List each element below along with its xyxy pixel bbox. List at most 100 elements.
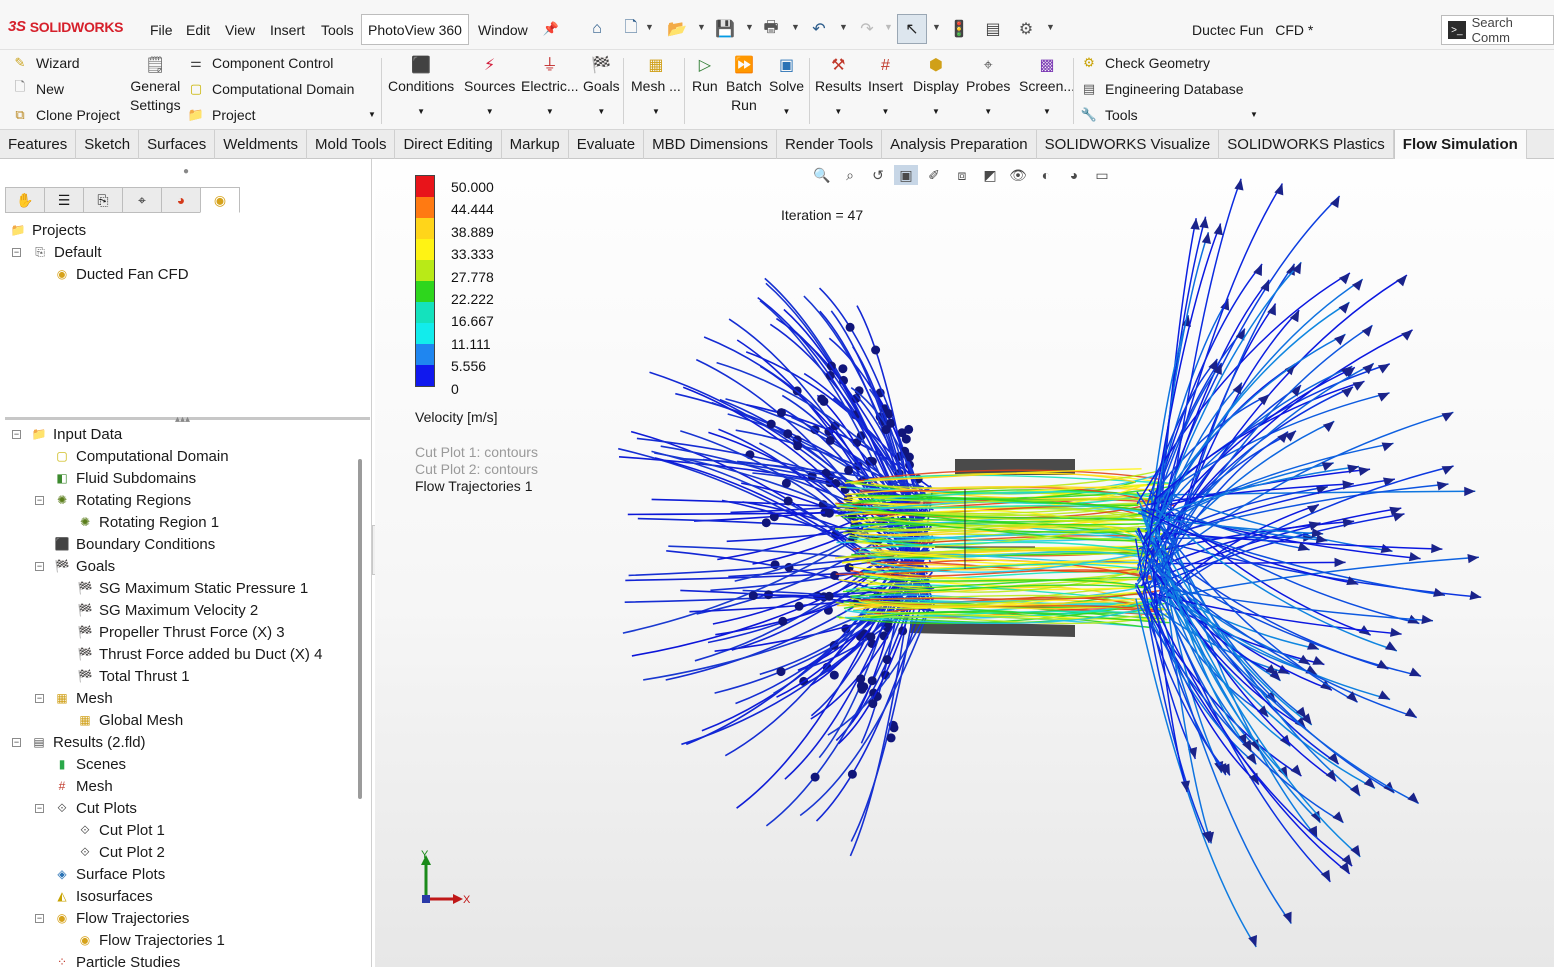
- tree-item-fluid-subdomains[interactable]: ◧ Fluid Subdomains: [54, 467, 196, 489]
- tree-item-mesh[interactable]: ▦ Mesh: [54, 687, 112, 709]
- tree-item-mesh[interactable]: # Mesh: [54, 775, 113, 797]
- check-geometry-button[interactable]: ⚙ Check Geometry: [1081, 55, 1210, 71]
- tree-item-flow-trajectories-1[interactable]: ◉ Flow Trajectories 1: [77, 929, 225, 951]
- tab-flow-simulation[interactable]: Flow Simulation: [1393, 130, 1527, 159]
- apply-scene-icon[interactable]: ◕: [1062, 165, 1086, 185]
- open-icon[interactable]: 📂: [666, 18, 688, 40]
- tree-item-cut-plot-2[interactable]: ⟐ Cut Plot 2: [77, 841, 165, 863]
- tree-item-global-mesh[interactable]: ▦ Global Mesh: [77, 709, 183, 731]
- rebuild-icon[interactable]: 🚦: [948, 18, 970, 40]
- menu-tools[interactable]: Tools: [321, 22, 354, 38]
- goals-dropdown-icon[interactable]: ▼: [597, 102, 605, 121]
- menu-file[interactable]: File: [150, 22, 173, 38]
- tab-solidworks-plastics[interactable]: SOLIDWORKS Plastics: [1219, 130, 1394, 159]
- view-settings-icon[interactable]: ▭: [1090, 165, 1114, 185]
- tab-render-tools[interactable]: Render Tools: [777, 130, 883, 159]
- tab-evaluate[interactable]: Evaluate: [569, 130, 645, 159]
- tree-item-cut-plots[interactable]: ⟐ Cut Plots: [54, 797, 137, 819]
- solve-button[interactable]: ▣ Solve ▼: [769, 54, 804, 121]
- mesh-dropdown-icon[interactable]: ▼: [652, 102, 660, 121]
- insert-dropdown-icon[interactable]: ▼: [882, 102, 890, 121]
- tab-weldments[interactable]: Weldments: [215, 130, 308, 159]
- conditions-button[interactable]: ⬛ Conditions ▼: [388, 54, 454, 121]
- tab-direct-editing[interactable]: Direct Editing: [395, 130, 502, 159]
- menu-edit[interactable]: Edit: [186, 22, 210, 38]
- expand-collapse-icon[interactable]: −: [35, 562, 44, 571]
- dimxpert-tab[interactable]: ⌖: [122, 187, 162, 213]
- new-dropdown-icon[interactable]: ▼: [645, 22, 654, 32]
- mesh-button[interactable]: ▦ Mesh ... ▼: [631, 54, 681, 121]
- pin-icon[interactable]: 📌: [540, 18, 562, 40]
- new-project-button[interactable]: 🗋 New: [12, 79, 64, 97]
- expand-collapse-icon[interactable]: −: [35, 914, 44, 923]
- options-gear-icon[interactable]: ⚙: [1015, 18, 1037, 40]
- tree-item-rotating-region-1[interactable]: ✺ Rotating Region 1: [77, 511, 219, 533]
- dynamic-annotation-icon[interactable]: ✐: [922, 165, 946, 185]
- sources-button[interactable]: ⚡ Sources ▼: [464, 54, 515, 121]
- edit-appearance-icon[interactable]: ◐: [1034, 165, 1058, 185]
- tree-item-scenes[interactable]: ▮ Scenes: [54, 753, 126, 775]
- menu-insert[interactable]: Insert: [270, 22, 305, 38]
- tree-item-input-data[interactable]: 📁 Input Data: [31, 423, 123, 445]
- electric-button[interactable]: ⏚ Electric... ▼: [521, 54, 579, 121]
- graphics-viewport[interactable]: 🔍 ⌕ ↺ ▣ ✐ ⧈ ◩ 👁 ◐ ◕ ▭ 50.000 44.444 38.889…: [375, 159, 1554, 967]
- tab-sketch[interactable]: Sketch: [76, 130, 140, 159]
- splitter-grip-icon[interactable]: ▴▴▴: [175, 414, 190, 425]
- search-commands[interactable]: >_ Search Comm: [1441, 15, 1554, 45]
- tree-projects[interactable]: 📁 Projects: [10, 219, 87, 241]
- menu-photoview[interactable]: PhotoView 360: [361, 14, 469, 45]
- undo-dropdown-icon[interactable]: ▼: [839, 22, 848, 32]
- tab-mbd-dimensions[interactable]: MBD Dimensions: [644, 130, 777, 159]
- previous-view-icon[interactable]: ↺: [866, 165, 890, 185]
- solidworks-logo[interactable]: 3S SOLIDWORKS: [8, 18, 124, 35]
- panel-drag-handle[interactable]: ●: [0, 159, 372, 185]
- run-button[interactable]: ▷ Run: [692, 54, 718, 96]
- hide-show-items-icon[interactable]: 👁: [1006, 165, 1030, 185]
- tree-item-thrust-force-added-bu-duct-x-4[interactable]: 🏁 Thrust Force added bu Duct (X) 4: [77, 643, 323, 665]
- print-icon[interactable]: 🖶: [760, 18, 782, 40]
- open-dropdown-icon[interactable]: ▼: [697, 22, 706, 32]
- electric-dropdown-icon[interactable]: ▼: [546, 102, 554, 121]
- tab-markup[interactable]: Markup: [502, 130, 569, 159]
- tab-features[interactable]: Features: [0, 130, 77, 159]
- redo-dropdown-icon[interactable]: ▼: [884, 22, 893, 32]
- view-orientation-icon[interactable]: ⧈: [950, 165, 974, 185]
- display-style-icon[interactable]: ◩: [978, 165, 1002, 185]
- home-icon[interactable]: ⌂: [586, 18, 608, 40]
- print-dropdown-icon[interactable]: ▼: [791, 22, 800, 32]
- tree-item-sg-maximum-velocity-2[interactable]: 🏁 SG Maximum Velocity 2: [77, 599, 259, 621]
- probes-dropdown-icon[interactable]: ▼: [984, 102, 992, 121]
- project-button[interactable]: 📁 Project: [188, 107, 256, 123]
- select-dropdown-icon[interactable]: ▼: [932, 22, 941, 32]
- tree-scrollbar[interactable]: [358, 459, 362, 799]
- tree-item-total-thrust-1[interactable]: 🏁 Total Thrust 1: [77, 665, 190, 687]
- options-dropdown-icon[interactable]: ▼: [1046, 22, 1055, 32]
- tree-item-computational-domain[interactable]: ▢ Computational Domain: [54, 445, 228, 467]
- results-dropdown-icon[interactable]: ▼: [834, 102, 842, 121]
- tree-item-rotating-regions[interactable]: ✺ Rotating Regions: [54, 489, 191, 511]
- insert-button[interactable]: # Insert ▼: [868, 54, 903, 121]
- tree-item-goals[interactable]: 🏁 Goals: [54, 555, 116, 577]
- redo-icon[interactable]: ↷: [856, 18, 878, 40]
- expand-collapse-icon[interactable]: −: [12, 430, 21, 439]
- tab-surfaces[interactable]: Surfaces: [139, 130, 216, 159]
- menu-window[interactable]: Window: [478, 22, 528, 38]
- tree-item-propeller-thrust-force-x-3[interactable]: 🏁 Propeller Thrust Force (X) 3: [77, 621, 285, 643]
- tools-dropdown-icon[interactable]: ▼: [1250, 110, 1258, 119]
- wizard-button[interactable]: ✎ Wizard: [12, 55, 80, 71]
- probes-button[interactable]: ⌖ Probes ▼: [966, 54, 1010, 121]
- tree-item-sg-maximum-static-pressure-1[interactable]: 🏁 SG Maximum Static Pressure 1: [77, 577, 309, 599]
- feature-manager-tab[interactable]: ✋: [5, 187, 45, 213]
- tree-item-boundary-conditions[interactable]: ⬛ Boundary Conditions: [54, 533, 216, 555]
- select-icon[interactable]: ↖: [897, 14, 927, 44]
- tree-item-cut-plot-1[interactable]: ⟐ Cut Plot 1: [77, 819, 165, 841]
- batch-run-button[interactable]: ⏩ Batch Run: [726, 54, 762, 115]
- file-properties-icon[interactable]: ▤: [982, 18, 1004, 40]
- display-manager-tab[interactable]: ◕: [161, 187, 201, 213]
- flow-analysis-tab[interactable]: ◉: [200, 187, 240, 213]
- screen-capture-button[interactable]: ▩ Screen... ▼: [1019, 54, 1075, 121]
- tree-item-flow-trajectories[interactable]: ◉ Flow Trajectories: [54, 907, 190, 929]
- project-dropdown-icon[interactable]: ▼: [368, 110, 376, 119]
- tools-button[interactable]: 🔧 Tools: [1081, 107, 1138, 123]
- configuration-manager-tab[interactable]: ⎘: [83, 187, 123, 213]
